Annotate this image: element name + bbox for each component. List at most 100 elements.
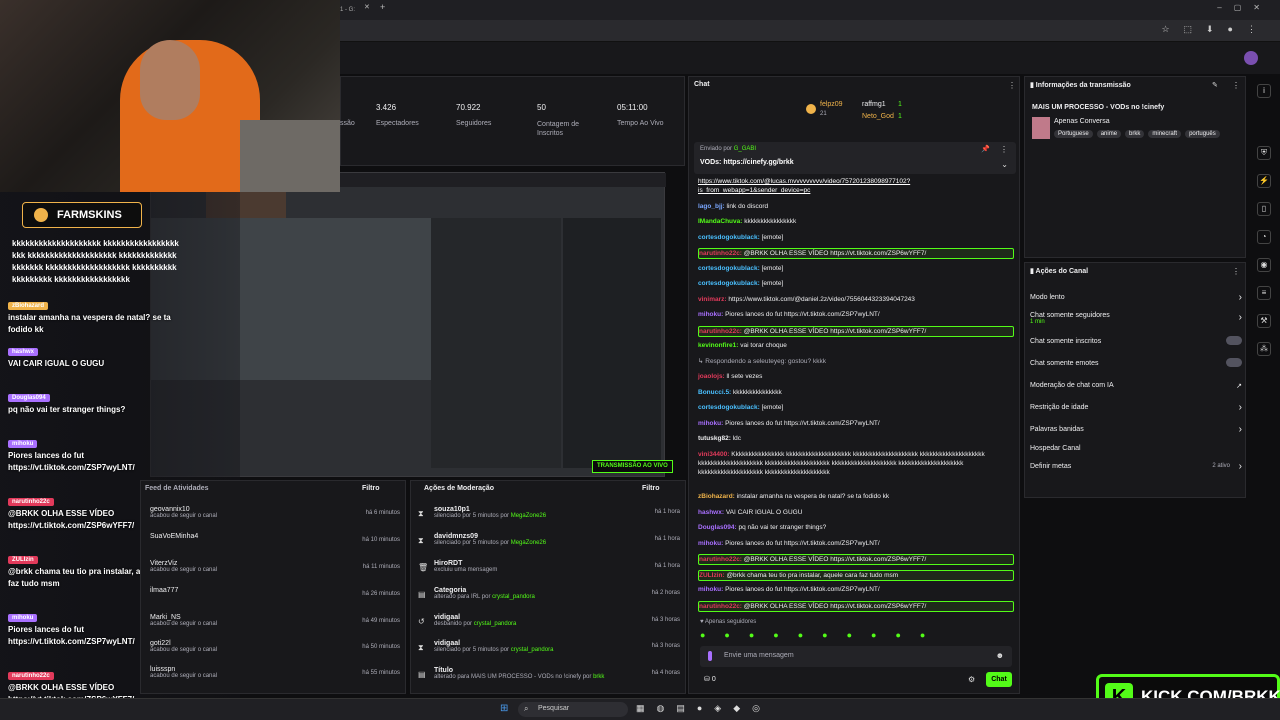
chat-message[interactable]: narutinho22c: @BRKK OLHA ESSE VÍDEO http… <box>698 554 1014 565</box>
action-host-channel[interactable]: Hospedar Canal <box>1030 445 1242 452</box>
chat-username[interactable]: cortesdogokublack: <box>698 280 760 287</box>
taskbar-search[interactable]: ⌕ Pesquisar <box>518 702 628 717</box>
chat-username[interactable]: narutinho22c: <box>699 556 742 563</box>
chat-message[interactable]: IMandaChuva: kkkkkkkkkkkkkkkk <box>698 217 1014 226</box>
new-tab-button[interactable]: + <box>380 2 385 12</box>
chat-message[interactable]: lago_bjj: link do discord <box>698 202 1014 211</box>
avatar[interactable] <box>1244 51 1258 65</box>
chat-message[interactable]: https://www.tiktok.com/@lucas.mvvvvvvvvv… <box>698 177 1014 195</box>
chat-message[interactable]: mihoku: Piores lances do fut https://vt.… <box>698 585 1014 594</box>
info-icon[interactable]: i <box>1257 84 1271 98</box>
chat-username[interactable]: vini34400: <box>698 451 729 458</box>
toggle-switch[interactable] <box>1226 358 1242 367</box>
chat-message[interactable]: narutinho22c: @BRKK OLHA ESSE VÍDEO http… <box>698 600 1014 612</box>
chat-username[interactable]: vinimarz: <box>698 296 727 303</box>
chat-username[interactable]: zBiohazard: <box>698 493 735 500</box>
chat-username[interactable]: cortesdogokublack: <box>698 234 760 241</box>
chat-username[interactable]: narutinho22c: <box>699 250 742 257</box>
tag[interactable]: anime <box>1096 130 1122 138</box>
chat-username[interactable]: tutuskg82: <box>698 435 731 442</box>
chat-username[interactable]: joaolojs: <box>698 373 725 380</box>
chat-username[interactable]: IMandaChuva: <box>698 218 742 225</box>
chat-username[interactable]: Bonucci.5: <box>698 389 731 396</box>
chat-message[interactable]: ZULIzin: @brkk chama teu tio pra instala… <box>698 569 1014 581</box>
chat-message[interactable]: cortesdogokublack: [emote] <box>698 233 1014 242</box>
chat-username[interactable]: narutinho22c: <box>699 328 742 335</box>
chat-message[interactable]: vinimarz: https://www.tiktok.com/@daniel… <box>698 295 1014 304</box>
chat-username[interactable]: mihoku: <box>698 311 723 318</box>
chat-message[interactable]: cortesdogokublack: [emote] <box>698 279 1014 288</box>
chat-menu-icon[interactable]: ⋮ <box>1008 81 1016 90</box>
action-age-restriction[interactable]: Restrição de idade › <box>1030 402 1242 413</box>
chat-username[interactable]: narutinho22c: <box>699 603 742 610</box>
chat-username[interactable]: cortesdogokublack: <box>698 404 760 411</box>
chat-message[interactable]: ↳ Respondendo a seleuteyeg: gostou? kkkk <box>698 357 1014 366</box>
pin-icon[interactable]: 📌 <box>981 145 990 153</box>
chat-message[interactable]: mihoku: Piores lances do fut https://vt.… <box>698 310 1014 319</box>
moderation-filter-button[interactable]: Filtro <box>642 485 660 492</box>
moderation-icon[interactable]: ⛨ <box>1257 146 1271 160</box>
chat-message[interactable]: joaolojs: ll sete vezes <box>698 372 1014 381</box>
chat-username[interactable]: ZULIzin: <box>699 572 725 579</box>
stream-info-menu-icon[interactable]: ⋮ <box>1232 81 1240 90</box>
action-subs-only[interactable]: Chat somente inscritos <box>1030 336 1242 345</box>
chat-username[interactable]: mihoku: <box>698 540 723 547</box>
flash-icon[interactable]: ⚡ <box>1257 174 1271 188</box>
chat-username[interactable]: mihoku: <box>698 586 723 593</box>
chat-message[interactable]: zBiohazard: instalar amanha na vespera d… <box>698 492 1014 501</box>
toggle-switch[interactable] <box>1226 336 1242 345</box>
tag[interactable]: português <box>1185 130 1220 138</box>
window-controls[interactable]: –▢✕ <box>1217 3 1272 12</box>
address-bar[interactable]: ☆⬚⬇●⋮ <box>340 20 1280 42</box>
action-emotes-only[interactable]: Chat somente emotes <box>1030 358 1242 367</box>
channel-actions-menu-icon[interactable]: ⋮ <box>1232 267 1240 276</box>
feed-filter-button[interactable]: Filtro <box>362 485 380 492</box>
chat-message[interactable]: Douglas094: pq não vai ter stranger thin… <box>698 523 1014 532</box>
chat-message[interactable]: Bonucci.5: kkkkkkkkkkkkkkk <box>698 388 1014 397</box>
chat-message[interactable]: narutinho22c: @BRKK OLHA ESSE VÍDEO http… <box>698 325 1014 337</box>
chat-message[interactable]: mihoku: Piores lances do fut https://vt.… <box>698 419 1014 428</box>
apps-icon[interactable]: ⁂ <box>1257 342 1271 356</box>
emoji-icon[interactable]: ☻ <box>996 651 1004 660</box>
chat-message[interactable]: kevinonfire1: vai torar choque <box>698 341 1014 350</box>
chevron-down-icon[interactable]: ⌄ <box>1001 160 1008 169</box>
action-slow-mode[interactable]: Modo lento › <box>1030 292 1242 303</box>
points-counter[interactable]: ⛁ 0 <box>704 675 716 683</box>
send-chat-button[interactable]: Chat <box>986 672 1012 687</box>
chat-message[interactable]: vini34400: Kkkkkkkkkkkkkkkk kkkkkkkkkkkk… <box>698 450 1014 477</box>
chat-bubble-icon[interactable]: ◔ <box>1257 230 1271 244</box>
pinned-message[interactable]: Enviado por G_GABI VODs: https://cinefy.… <box>694 142 1016 174</box>
chat-username[interactable]: hashwx: <box>698 509 724 516</box>
action-banned-words[interactable]: Palavras banidas › <box>1030 424 1242 435</box>
chat-message[interactable]: hashwx: VAI CAIR IGUAL O GUGU <box>698 508 1014 517</box>
wrench-icon[interactable]: ⚒ <box>1257 314 1271 328</box>
chat-username[interactable]: mihoku: <box>698 420 723 427</box>
browser-toolbar-icons[interactable]: ☆⬚⬇●⋮ <box>1161 24 1270 35</box>
action-followers-only[interactable]: Chat somente seguidores 1 min › <box>1030 312 1242 325</box>
taskbar-app-icons[interactable]: ▦◍▤●◈◆◎ <box>636 703 772 714</box>
action-set-goals[interactable]: Definir metas 2 ativo › <box>1030 461 1242 472</box>
chat-username[interactable]: cortesdogokublack: <box>698 265 760 272</box>
close-tab-icon[interactable]: ✕ <box>364 3 370 11</box>
chat-username[interactable]: lago_bjj: <box>698 203 725 210</box>
chat-message[interactable]: cortesdogokublack: [emote] <box>698 403 1014 412</box>
edit-pencil-icon[interactable]: ✎ <box>1212 81 1218 89</box>
chat-message[interactable]: mihoku: Piores lances do fut https://vt.… <box>698 539 1014 548</box>
settings-gear-icon[interactable]: ⚙ <box>968 675 975 684</box>
tag[interactable]: minecraft <box>1148 130 1182 138</box>
list-icon[interactable]: ≡ <box>1257 286 1271 300</box>
chat-username[interactable]: Douglas094: <box>698 524 737 531</box>
action-ai-moderation[interactable]: Moderação de chat com IA ↗ <box>1030 382 1242 390</box>
tag[interactable]: brkk <box>1125 130 1145 138</box>
chat-input-field[interactable]: Envie uma mensagem ☻ <box>700 646 1012 667</box>
broadcast-icon[interactable]: ◉ <box>1257 258 1271 272</box>
chat-message[interactable]: cortesdogokublack: [emote] <box>698 264 1014 273</box>
chat-username[interactable]: kevinonfire1: <box>698 342 738 349</box>
category-name[interactable]: Apenas Conversa <box>1054 118 1110 125</box>
tag[interactable]: Portuguese <box>1054 130 1093 138</box>
emote-bar[interactable]: ●●●●●●●●●● <box>700 630 1012 642</box>
chat-message[interactable]: narutinho22c: @BRKK OLHA ESSE VÍDEO http… <box>698 248 1014 259</box>
chat-message[interactable]: tutuskg82: ldc <box>698 434 1014 443</box>
pinned-menu-icon[interactable]: ⋮ <box>1000 145 1008 154</box>
book-icon[interactable]: ▯ <box>1257 202 1271 216</box>
